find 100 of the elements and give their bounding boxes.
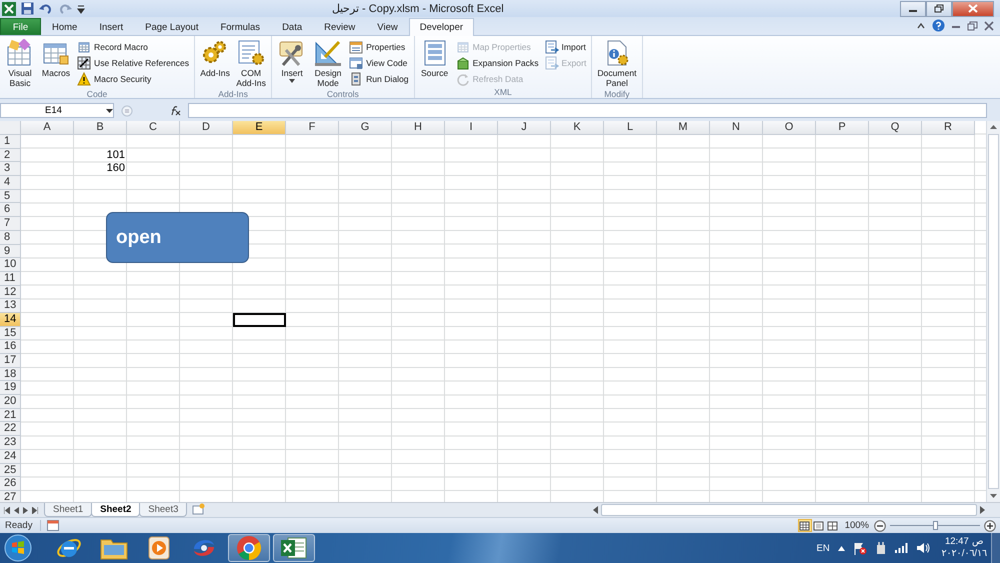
ribbon-button[interactable]: Macros bbox=[39, 38, 73, 79]
spreadsheet-logo-icon[interactable] bbox=[2, 2, 16, 16]
ribbon-tab[interactable]: Insert bbox=[88, 18, 134, 35]
column-header[interactable]: A bbox=[21, 121, 74, 135]
ribbon-button[interactable]: Add-Ins bbox=[198, 38, 232, 79]
formula-field[interactable] bbox=[188, 103, 987, 118]
row-header[interactable]: 4 bbox=[0, 176, 21, 190]
last-sheet-icon[interactable] bbox=[32, 506, 38, 514]
file-tab[interactable]: File bbox=[0, 18, 41, 35]
row-header[interactable]: 21 bbox=[0, 408, 21, 422]
column-header[interactable]: M bbox=[657, 121, 710, 135]
show-hidden-icons-icon[interactable] bbox=[838, 546, 845, 550]
row-header[interactable]: 17 bbox=[0, 354, 21, 368]
ribbon-button[interactable]: Visual Basic bbox=[3, 38, 37, 89]
undo-icon[interactable] bbox=[39, 2, 53, 14]
language-indicator[interactable]: EN bbox=[816, 542, 830, 554]
zoom-in-icon[interactable] bbox=[984, 520, 996, 532]
ribbon-button[interactable]: Record Macro bbox=[75, 39, 192, 54]
ribbon-button[interactable]: Properties bbox=[347, 39, 411, 54]
row-header[interactable]: 14 bbox=[0, 312, 21, 327]
column-header[interactable]: G bbox=[339, 121, 392, 135]
ribbon-tab[interactable]: Home bbox=[41, 18, 88, 35]
sheet-tab[interactable]: Sheet2 bbox=[91, 503, 140, 517]
column-header[interactable]: I bbox=[445, 121, 498, 135]
macro-record-icon[interactable] bbox=[47, 520, 60, 531]
sheet-tab[interactable]: Sheet3 bbox=[139, 503, 188, 517]
column-header[interactable]: H bbox=[392, 121, 445, 135]
column-header[interactable]: J bbox=[498, 121, 551, 135]
view-button[interactable] bbox=[798, 519, 812, 532]
column-header[interactable]: F bbox=[286, 121, 339, 135]
help-icon[interactable] bbox=[932, 19, 945, 32]
insert-sheet-icon[interactable] bbox=[192, 503, 206, 515]
zoom-out-icon[interactable] bbox=[874, 520, 886, 532]
row-header[interactable]: 10 bbox=[0, 258, 21, 272]
first-sheet-icon[interactable] bbox=[4, 506, 10, 514]
row-header[interactable]: 23 bbox=[0, 436, 21, 450]
row-header[interactable]: 8 bbox=[0, 230, 21, 244]
grip-icon[interactable] bbox=[121, 104, 133, 116]
ribbon-tab[interactable]: Review bbox=[313, 18, 366, 35]
function-icon[interactable] bbox=[169, 106, 181, 116]
vertical-scrollbar[interactable] bbox=[986, 121, 1000, 502]
row-header[interactable]: 26 bbox=[0, 477, 21, 491]
row-header[interactable]: 5 bbox=[0, 190, 21, 204]
column-header[interactable]: D bbox=[180, 121, 233, 135]
column-header[interactable]: Q bbox=[869, 121, 922, 135]
ribbon-tab[interactable]: Data bbox=[271, 18, 314, 35]
row-header[interactable]: 19 bbox=[0, 381, 21, 396]
ribbon-button[interactable]: Expansion Packs bbox=[454, 55, 540, 70]
column-header[interactable]: P bbox=[816, 121, 869, 135]
row-header[interactable]: 7 bbox=[0, 217, 21, 231]
row-header[interactable]: 25 bbox=[0, 464, 21, 478]
close-icon[interactable] bbox=[984, 20, 994, 30]
next-sheet-icon[interactable] bbox=[23, 506, 28, 514]
start-button-icon[interactable] bbox=[4, 534, 32, 562]
row-header[interactable]: 3 bbox=[0, 162, 21, 176]
row-header[interactable]: 13 bbox=[0, 299, 21, 313]
signal-icon[interactable] bbox=[894, 543, 908, 553]
active-cell[interactable] bbox=[233, 312, 286, 327]
row-header[interactable]: 16 bbox=[0, 340, 21, 354]
ribbon-button[interactable]: Design Mode bbox=[311, 38, 346, 89]
row-header[interactable]: 24 bbox=[0, 450, 21, 464]
row-header[interactable]: 1 bbox=[0, 135, 21, 149]
row-header[interactable]: 18 bbox=[0, 368, 21, 382]
column-header[interactable]: N bbox=[710, 121, 763, 135]
close-button[interactable] bbox=[952, 0, 994, 16]
column-header[interactable]: E bbox=[233, 121, 286, 135]
flag-icon[interactable] bbox=[852, 542, 867, 554]
column-header[interactable]: R bbox=[922, 121, 975, 135]
restore-button[interactable] bbox=[926, 0, 952, 16]
macro-button[interactable]: open bbox=[106, 212, 249, 263]
view-button[interactable] bbox=[812, 519, 826, 532]
row-header[interactable]: 6 bbox=[0, 203, 21, 218]
sheet-tab[interactable]: Sheet1 bbox=[44, 503, 92, 517]
ribbon-button[interactable]: Macro Security bbox=[75, 71, 192, 86]
column-header[interactable]: K bbox=[551, 121, 604, 135]
collapse-ribbon-icon[interactable] bbox=[916, 20, 926, 30]
row-header[interactable]: 20 bbox=[0, 395, 21, 409]
minimize-button[interactable] bbox=[900, 0, 926, 16]
taskbar-button[interactable] bbox=[228, 534, 270, 562]
save-icon[interactable] bbox=[21, 2, 34, 15]
ribbon-button[interactable]: COM Add-Ins bbox=[234, 38, 268, 89]
previous-sheet-icon[interactable] bbox=[14, 506, 19, 514]
row-header[interactable]: 11 bbox=[0, 272, 21, 286]
ribbon-button[interactable]: Document Panel bbox=[595, 38, 639, 89]
row-header[interactable]: 27 bbox=[0, 490, 21, 502]
ribbon-tab[interactable]: Page Layout bbox=[134, 18, 210, 35]
horizontal-scrollbar[interactable] bbox=[591, 503, 987, 517]
ribbon-button[interactable]: Insert bbox=[275, 38, 310, 84]
ribbon-button[interactable]: Run Dialog bbox=[347, 71, 411, 86]
zoom-slider[interactable] bbox=[890, 521, 980, 530]
ribbon-tab[interactable]: Formulas bbox=[209, 18, 272, 35]
view-button[interactable] bbox=[826, 519, 840, 532]
slider-thumb[interactable] bbox=[933, 521, 938, 530]
row-header[interactable]: 2 bbox=[0, 148, 21, 162]
power-icon[interactable] bbox=[874, 542, 887, 554]
row-header[interactable]: 12 bbox=[0, 286, 21, 300]
ribbon-button[interactable]: Source bbox=[418, 38, 452, 79]
speaker-icon[interactable] bbox=[916, 542, 930, 554]
ribbon-tab[interactable]: Developer bbox=[408, 18, 474, 36]
row-header[interactable]: 9 bbox=[0, 244, 21, 258]
